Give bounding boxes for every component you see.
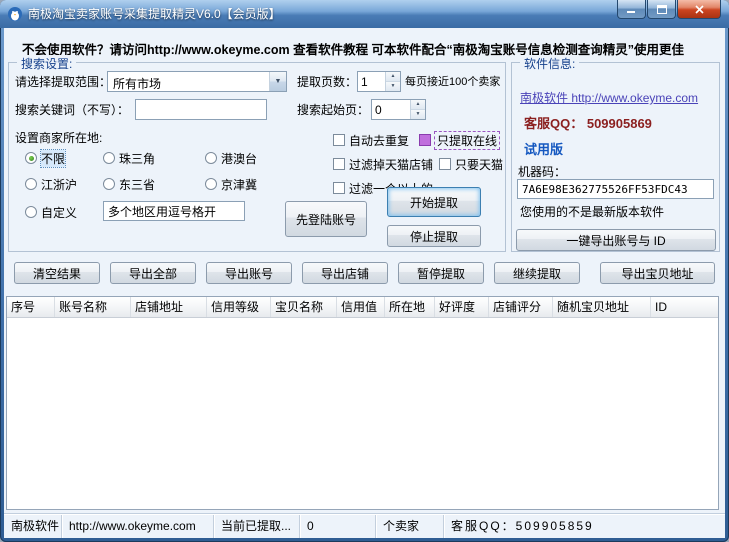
checkbox-box: [333, 158, 345, 170]
login-button[interactable]: 先登陆账号: [285, 201, 367, 237]
close-icon: [694, 4, 704, 14]
range-select[interactable]: 所有市场 ▼: [107, 71, 287, 92]
table-body[interactable]: [7, 318, 718, 509]
pause-extract-button[interactable]: 暂停提取: [398, 262, 484, 284]
export-id-button[interactable]: 一键导出账号与 ID: [516, 229, 716, 251]
column-header-random-item-url[interactable]: 随机宝贝地址: [553, 297, 651, 317]
titlebar[interactable]: 南极淘宝卖家账号采集提取精灵V6.0【会员版】: [0, 0, 729, 28]
keyword-input[interactable]: [135, 99, 267, 120]
radio-northeast[interactable]: 东三省: [103, 177, 155, 192]
startpage-spinner-input[interactable]: [372, 100, 410, 119]
radio-circle: [205, 152, 217, 164]
machine-code-label: 机器码：: [518, 165, 567, 179]
pages-spinner[interactable]: ▲ ▼: [357, 71, 401, 92]
column-header-credit-value[interactable]: 信用值: [337, 297, 385, 317]
pages-spinner-input[interactable]: [358, 72, 385, 91]
version-note: 您使用的不是最新版本软件: [520, 205, 665, 219]
minimize-icon: [626, 10, 635, 13]
column-header-id[interactable]: ID: [651, 297, 718, 317]
statusbar-cell-progress-label: 当前已提取...: [214, 515, 300, 538]
service-qq: 客服QQ： 509905869: [524, 116, 652, 131]
notice-text: 不会使用软件？请访问http://www.okeyme.com 查看软件教程 可…: [22, 43, 685, 57]
maximize-icon: [656, 4, 667, 14]
radio-circle: [103, 152, 115, 164]
checkbox-filter-tmall[interactable]: 过滤掉天猫店铺: [333, 157, 433, 172]
checkbox-box: [333, 182, 345, 194]
results-table: 序号 账号名称 店铺地址 信用等级 宝贝名称 信用值 所在地 好评度 店铺评分 …: [6, 296, 719, 510]
column-header-shop-url[interactable]: 店铺地址: [131, 297, 207, 317]
radio-circle: [25, 152, 37, 164]
status-bar: 南极软件 http://www.okeyme.com 当前已提取... 0 个卖…: [4, 514, 725, 538]
software-info-group: 软件信息: 南极软件 http://www.okeyme.com 客服QQ： 5…: [511, 55, 720, 252]
statusbar-cell-url: http://www.okeyme.com: [62, 515, 214, 538]
radio-circle: [103, 178, 115, 190]
app-icon[interactable]: [7, 6, 23, 22]
spin-up-icon[interactable]: ▲: [386, 72, 400, 82]
custom-area-input[interactable]: [103, 201, 245, 221]
range-label: 请选择提取范围：: [15, 75, 112, 89]
statusbar-cell-qq: 客服QQ：509905859: [451, 519, 594, 533]
minimize-button[interactable]: [617, 0, 646, 19]
checkbox-box: [419, 134, 431, 146]
startpage-spinner[interactable]: ▲ ▼: [371, 99, 426, 120]
column-header-account[interactable]: 账号名称: [55, 297, 131, 317]
window-controls: [617, 0, 721, 19]
radio-hk-macao-tw[interactable]: 港澳台: [205, 151, 257, 166]
radio-circle: [25, 178, 37, 190]
startpage-label: 搜索起始页：: [297, 103, 370, 117]
search-settings-group: 搜索设置: 请选择提取范围： 所有市场 ▼ 提取页数： ▲ ▼ 每页接近100个…: [8, 55, 506, 252]
statusbar-cell-unit: 个卖家: [376, 515, 444, 538]
software-link[interactable]: 南极软件 http://www.okeyme.com: [520, 91, 698, 105]
column-header-item-name[interactable]: 宝贝名称: [271, 297, 337, 317]
spin-down-icon[interactable]: ▼: [386, 82, 400, 91]
search-settings-title: 搜索设置:: [17, 55, 77, 72]
machine-code-input[interactable]: [517, 179, 714, 199]
resume-extract-button[interactable]: 继续提取: [494, 262, 580, 284]
radio-custom[interactable]: 自定义: [25, 205, 77, 220]
radio-pearl-delta[interactable]: 珠三角: [103, 151, 155, 166]
column-header-location[interactable]: 所在地: [385, 297, 435, 317]
spin-down-icon[interactable]: ▼: [411, 110, 425, 119]
checkbox-online-only[interactable]: 只提取在线: [419, 130, 501, 150]
statusbar-cell-brand: 南极软件: [4, 515, 62, 538]
range-select-value: 所有市场: [113, 77, 162, 91]
checkbox-tmall-only[interactable]: 只要天猫: [439, 157, 503, 172]
app-window: 南极淘宝卖家账号采集提取精灵V6.0【会员版】 不会使用软件？请访问http:/…: [0, 0, 729, 542]
close-button[interactable]: [677, 0, 721, 19]
pages-label: 提取页数：: [297, 75, 358, 89]
checkbox-auto-dedup[interactable]: 自动去重复: [333, 133, 409, 148]
export-shops-button[interactable]: 导出店铺: [302, 262, 388, 284]
location-label: 设置商家所在地:: [15, 131, 103, 145]
checkbox-box: [333, 134, 345, 146]
radio-jingjinji[interactable]: 京津冀: [205, 177, 257, 192]
column-header-seq[interactable]: 序号: [7, 297, 55, 317]
statusbar-cell-count: 0: [300, 515, 376, 538]
pages-hint: 每页接近100个卖家: [405, 76, 501, 88]
window-title: 南极淘宝卖家账号采集提取精灵V6.0【会员版】: [28, 7, 281, 21]
export-accounts-button[interactable]: 导出账号: [206, 262, 292, 284]
column-header-rating[interactable]: 好评度: [435, 297, 489, 317]
clear-results-button[interactable]: 清空结果: [14, 262, 100, 284]
radio-circle: [205, 178, 217, 190]
column-header-shop-score[interactable]: 店铺评分: [489, 297, 553, 317]
keyword-label: 搜索关键词（不写）：: [15, 103, 130, 117]
radio-unlimited[interactable]: 不限: [25, 148, 67, 168]
export-item-urls-button[interactable]: 导出宝贝地址: [600, 262, 715, 284]
checkbox-box: [439, 158, 451, 170]
chevron-down-icon[interactable]: ▼: [269, 72, 286, 91]
start-extract-button[interactable]: 开始提取: [387, 187, 481, 217]
trial-badge: 试用版: [524, 142, 564, 157]
export-all-button[interactable]: 导出全部: [110, 262, 196, 284]
radio-jiangzhehu[interactable]: 江浙沪: [25, 177, 77, 192]
maximize-button[interactable]: [647, 0, 676, 19]
spin-up-icon[interactable]: ▲: [411, 100, 425, 110]
radio-circle: [25, 206, 37, 218]
stop-extract-button[interactable]: 停止提取: [387, 225, 481, 247]
column-header-credit-level[interactable]: 信用等级: [207, 297, 271, 317]
table-header: 序号 账号名称 店铺地址 信用等级 宝贝名称 信用值 所在地 好评度 店铺评分 …: [7, 297, 718, 318]
software-info-title: 软件信息:: [520, 55, 580, 72]
